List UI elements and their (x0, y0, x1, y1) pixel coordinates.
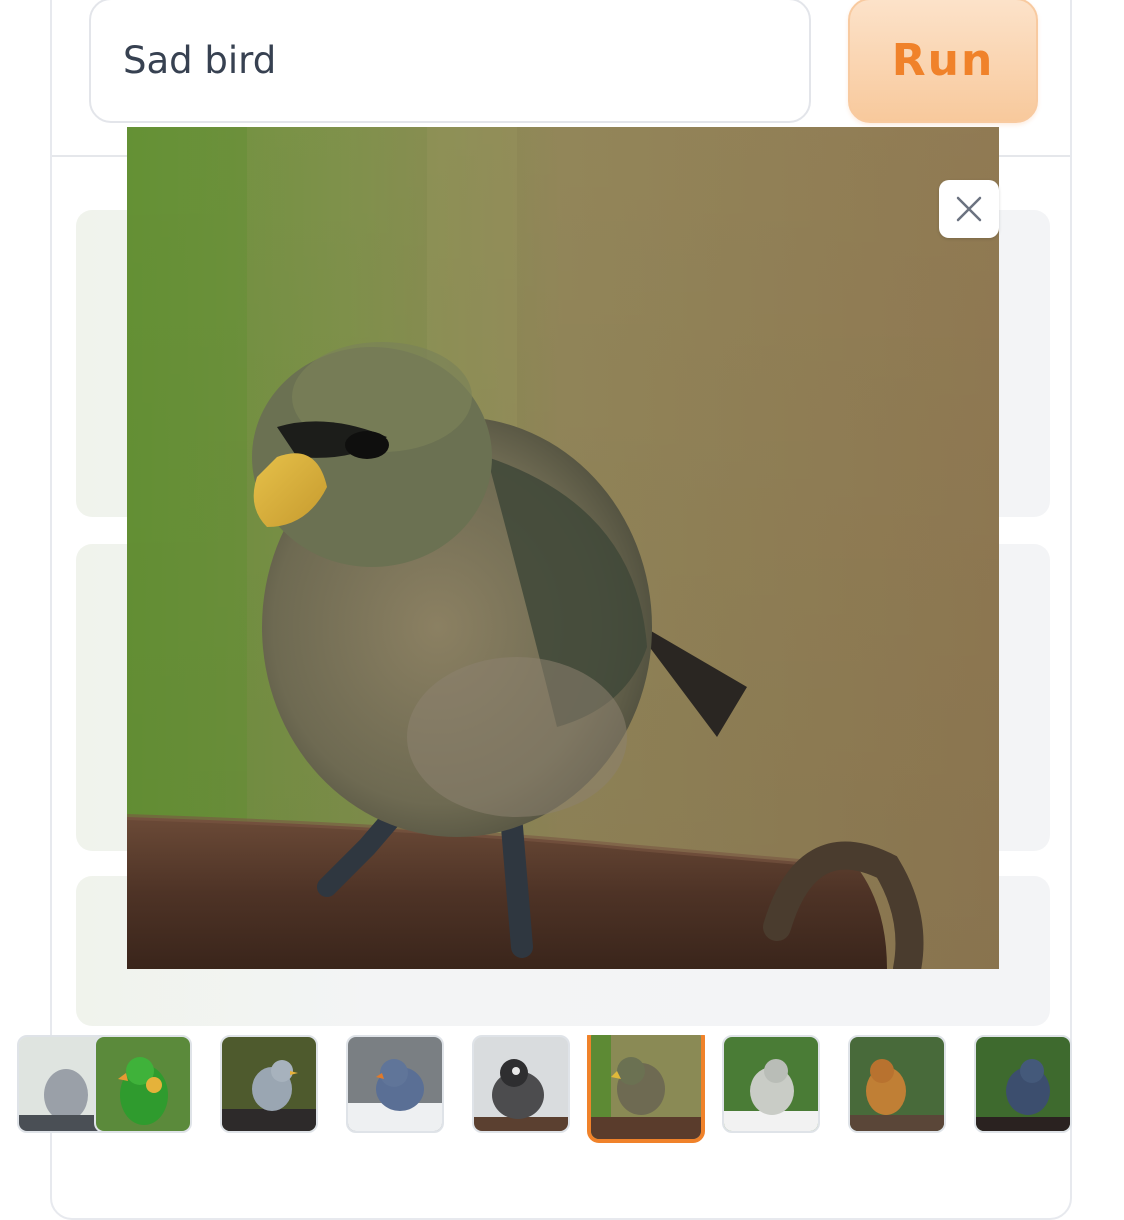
thumbnail[interactable] (94, 1035, 192, 1133)
close-icon (956, 196, 982, 222)
close-button[interactable] (939, 180, 999, 238)
preview-image (127, 127, 999, 969)
bird-image (127, 127, 999, 969)
thumbnail[interactable] (722, 1035, 820, 1133)
thumbnail-strip[interactable] (0, 1035, 1124, 1145)
thumbnail-selected[interactable] (587, 1035, 705, 1143)
thumbnail[interactable] (974, 1035, 1072, 1133)
thumbnail[interactable] (346, 1035, 444, 1133)
thumbnail[interactable] (220, 1035, 318, 1133)
prompt-input[interactable] (89, 0, 811, 123)
thumbnail[interactable] (848, 1035, 946, 1133)
thumbnail[interactable] (472, 1035, 570, 1133)
run-button[interactable]: Run (848, 0, 1038, 123)
